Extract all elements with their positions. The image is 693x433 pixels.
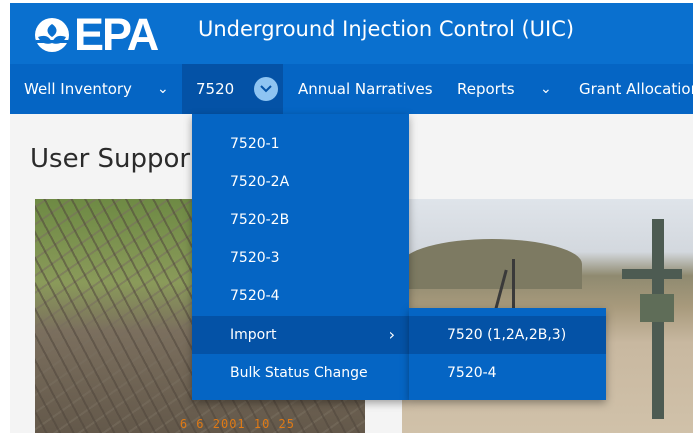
nav-item-well-inventory[interactable]: Well Inventory <box>24 64 132 114</box>
menu-item-7520-3[interactable]: 7520-3 <box>192 239 409 277</box>
wellhead-crossbar <box>622 269 682 279</box>
photo-date-stamp: 6 6 2001 10 25 <box>179 417 295 431</box>
epa-logo[interactable]: EPA <box>32 9 159 60</box>
menu-item-7520-1[interactable]: 7520-1 <box>192 125 409 163</box>
app-title: Underground Injection Control (UIC) <box>198 17 575 41</box>
app-frame: EPA Underground Injection Control (UIC) … <box>0 0 693 433</box>
menu-item-7520-4[interactable]: 7520-4 <box>192 277 409 315</box>
main-nav: Well Inventory ⌄ 7520 Annual Narratives … <box>10 64 693 114</box>
menu-item-7520-2a[interactable]: 7520-2A <box>192 163 409 201</box>
nav-item-reports[interactable]: Reports <box>457 64 515 114</box>
logo-text: EPA <box>74 9 159 60</box>
nav-item-annual-narratives[interactable]: Annual Narratives <box>298 64 433 114</box>
epa-flower-icon <box>35 18 69 52</box>
menu-item-bulk-status-change[interactable]: Bulk Status Change <box>192 354 409 392</box>
dropdown-menu-7520: 7520-1 7520-2A 7520-2B 7520-3 7520-4 Imp… <box>192 114 409 400</box>
chevron-down-icon[interactable]: ⌄ <box>157 64 169 114</box>
submenu-import: 7520 (1,2A,2B,3) 7520-4 <box>409 308 606 400</box>
chevron-down-icon[interactable]: ⌄ <box>540 64 552 114</box>
submenu-item-7520-4[interactable]: 7520-4 <box>409 354 606 392</box>
chevron-right-icon: › <box>388 325 395 344</box>
header: EPA Underground Injection Control (UIC) <box>10 3 693 64</box>
menu-item-import-label: Import <box>230 327 277 343</box>
wellhead-valve <box>640 294 674 322</box>
submenu-item-7520-1-2a-2b-3[interactable]: 7520 (1,2A,2B,3) <box>409 316 606 354</box>
menu-item-import[interactable]: Import › <box>192 316 409 354</box>
page-title: User Suppor <box>30 144 191 174</box>
menu-item-7520-2b[interactable]: 7520-2B <box>192 201 409 239</box>
nav-item-grant-allocation[interactable]: Grant Allocation <box>579 64 693 114</box>
chevron-down-icon[interactable] <box>254 77 278 101</box>
hill-shape <box>402 239 582 289</box>
nav-item-7520[interactable]: 7520 <box>196 64 234 114</box>
